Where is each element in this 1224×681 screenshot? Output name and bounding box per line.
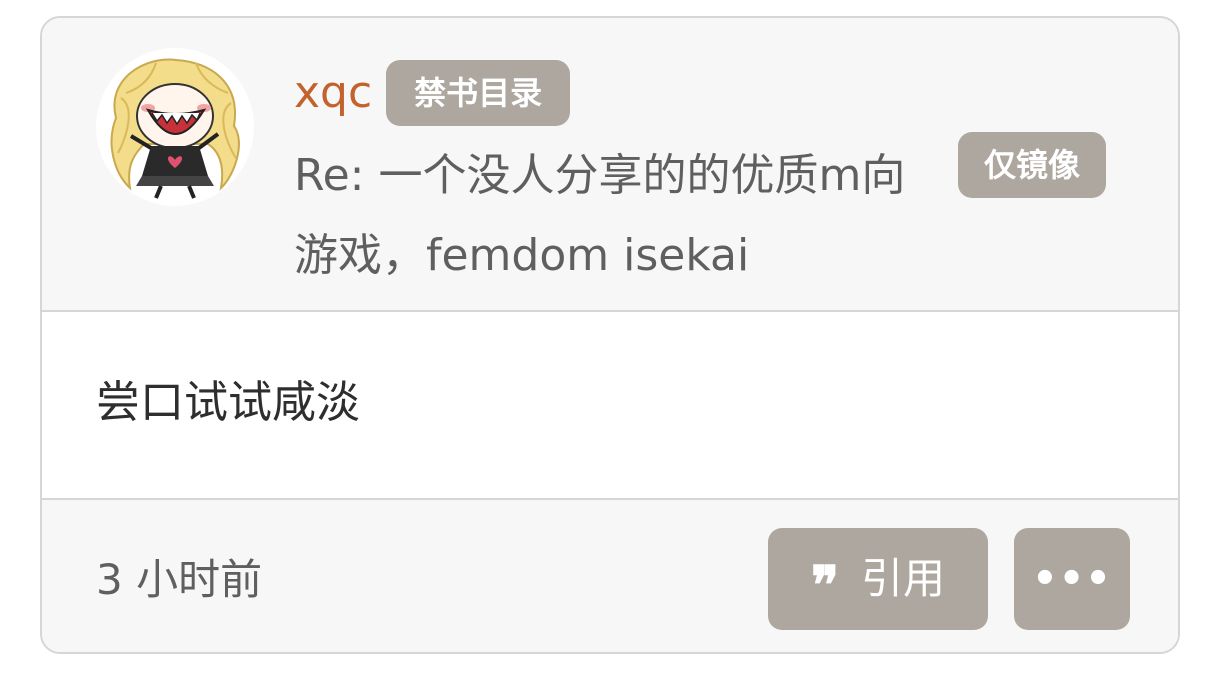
avatar-image (110, 58, 240, 199)
quote-button-label: 引用 (860, 554, 945, 603)
more-options-button[interactable]: ••• (1014, 528, 1130, 630)
more-icon: ••• (1032, 556, 1112, 602)
avatar[interactable] (96, 48, 254, 206)
mirror-only-badge: 仅镜像 (958, 132, 1107, 198)
username-link[interactable]: xqc (294, 60, 372, 126)
user-line: xqc 禁书目录 (294, 60, 571, 126)
post-footer: 3 小时前 ❞ 引用 ••• (42, 500, 1178, 652)
post-timestamp: 3 小时前 (96, 555, 263, 604)
quote-button[interactable]: ❞ 引用 (768, 528, 988, 630)
post-card: xqc 禁书目录 Re: 一个没人分享的的优质m向游戏，femdom iseka… (40, 16, 1180, 654)
post-body: 尝口试试咸淡 (42, 312, 1178, 500)
post-title[interactable]: Re: 一个没人分享的的优质m向游戏，femdom isekai (294, 136, 934, 296)
quote-icon: ❞ (811, 555, 839, 616)
post-header: xqc 禁书目录 Re: 一个没人分享的的优质m向游戏，femdom iseka… (42, 18, 1178, 312)
post-content: 尝口试试咸淡 (96, 377, 360, 428)
group-badge: 禁书目录 (386, 60, 571, 126)
